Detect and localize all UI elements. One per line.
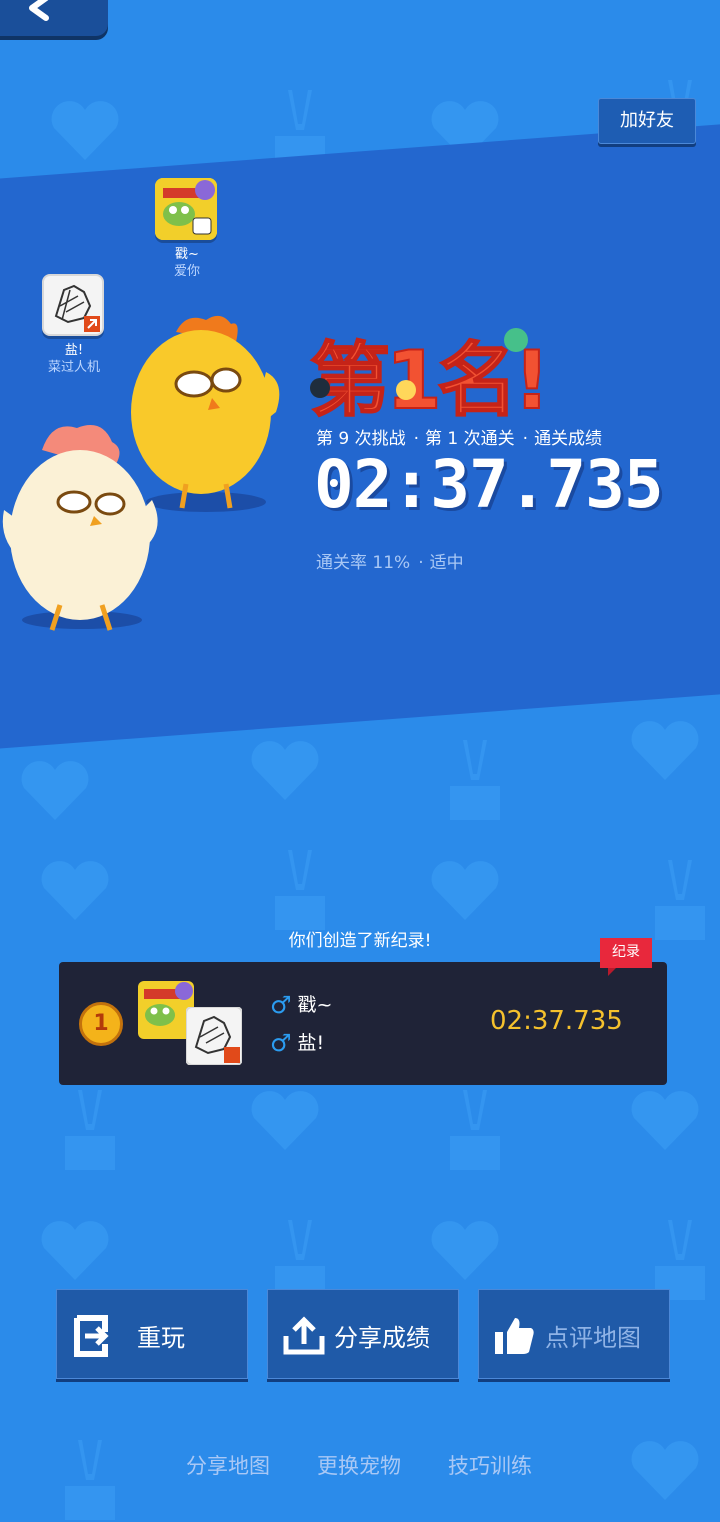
- record-tag: 纪录: [600, 938, 652, 976]
- player-card[interactable]: 盐! 菜过人机: [36, 274, 112, 376]
- skill-training-link[interactable]: 技巧训练: [448, 1450, 532, 1480]
- share-map-link[interactable]: 分享地图: [186, 1450, 270, 1480]
- replay-icon: [74, 1315, 109, 1357]
- thumbs-up-icon: [495, 1318, 534, 1354]
- back-arrow-icon: [29, 0, 49, 21]
- bunny-pattern-icon: [655, 1220, 705, 1300]
- heart-pattern-icon: [41, 1221, 109, 1280]
- bunny-pattern-icon: [275, 1220, 325, 1300]
- heart-pattern-icon: [431, 861, 499, 920]
- white-chick-pet: [2, 425, 158, 631]
- heart-pattern-icon: [21, 761, 89, 820]
- back-button[interactable]: [0, 0, 108, 36]
- record-player-name: ♂ 盐!: [270, 1029, 325, 1057]
- replay-button[interactable]: 重玩: [56, 1289, 248, 1379]
- clear-time: 02:37.735: [314, 446, 664, 523]
- heart-pattern-icon: [631, 1091, 699, 1150]
- record-player-name: ♂ 戳~: [270, 991, 333, 1019]
- difficulty-info: 通关率 11% · 适中: [316, 553, 464, 573]
- frog-avatar-icon: [155, 178, 217, 240]
- heart-pattern-icon: [251, 1091, 319, 1150]
- share-result-label: 分享成绩: [334, 1324, 430, 1352]
- pass-rate: 通关率 11%: [316, 553, 411, 573]
- heart-pattern-icon: [51, 101, 119, 160]
- bunny-pattern-icon: [65, 1090, 115, 1170]
- heart-pattern-icon: [251, 741, 319, 800]
- share-icon: [283, 1316, 325, 1355]
- player-name: 盐!: [64, 343, 84, 358]
- male-icon: ♂: [270, 1029, 292, 1057]
- bunny-pattern-icon: [450, 740, 500, 820]
- avatar[interactable]: [42, 274, 104, 336]
- change-pet-link[interactable]: 更换宠物: [317, 1450, 401, 1480]
- player-name: 戳~: [175, 247, 199, 262]
- record-time: 02:37.735: [490, 1006, 623, 1036]
- sketch-avatar-icon: [54, 284, 100, 332]
- player-subtitle: 爱你: [173, 264, 200, 279]
- heart-pattern-icon: [41, 861, 109, 920]
- replay-label: 重玩: [137, 1324, 185, 1352]
- heart-pattern-icon: [431, 1221, 499, 1280]
- bunny-pattern-icon: [65, 1440, 115, 1520]
- sketch-avatar-icon: [186, 1007, 242, 1065]
- player-subtitle: 菜过人机: [47, 360, 100, 375]
- rank-title-graphic: 第1名!: [309, 328, 546, 418]
- rate-map-button[interactable]: 点评地图: [478, 1289, 670, 1379]
- difficulty-level: 适中: [429, 553, 464, 573]
- avatar[interactable]: [155, 178, 217, 240]
- player-card[interactable]: 戳~ 爱你: [155, 178, 219, 280]
- rank-medal-icon: 1: [79, 1002, 123, 1046]
- share-result-button[interactable]: 分享成绩: [267, 1289, 459, 1379]
- rate-map-label: 点评地图: [545, 1324, 641, 1352]
- heart-pattern-icon: [631, 1441, 699, 1500]
- male-icon: ♂: [270, 991, 292, 1019]
- bunny-pattern-icon: [275, 850, 325, 930]
- heart-pattern-icon: [631, 721, 699, 780]
- add-friend-button[interactable]: 加好友: [598, 98, 696, 144]
- bunny-pattern-icon: [450, 1090, 500, 1170]
